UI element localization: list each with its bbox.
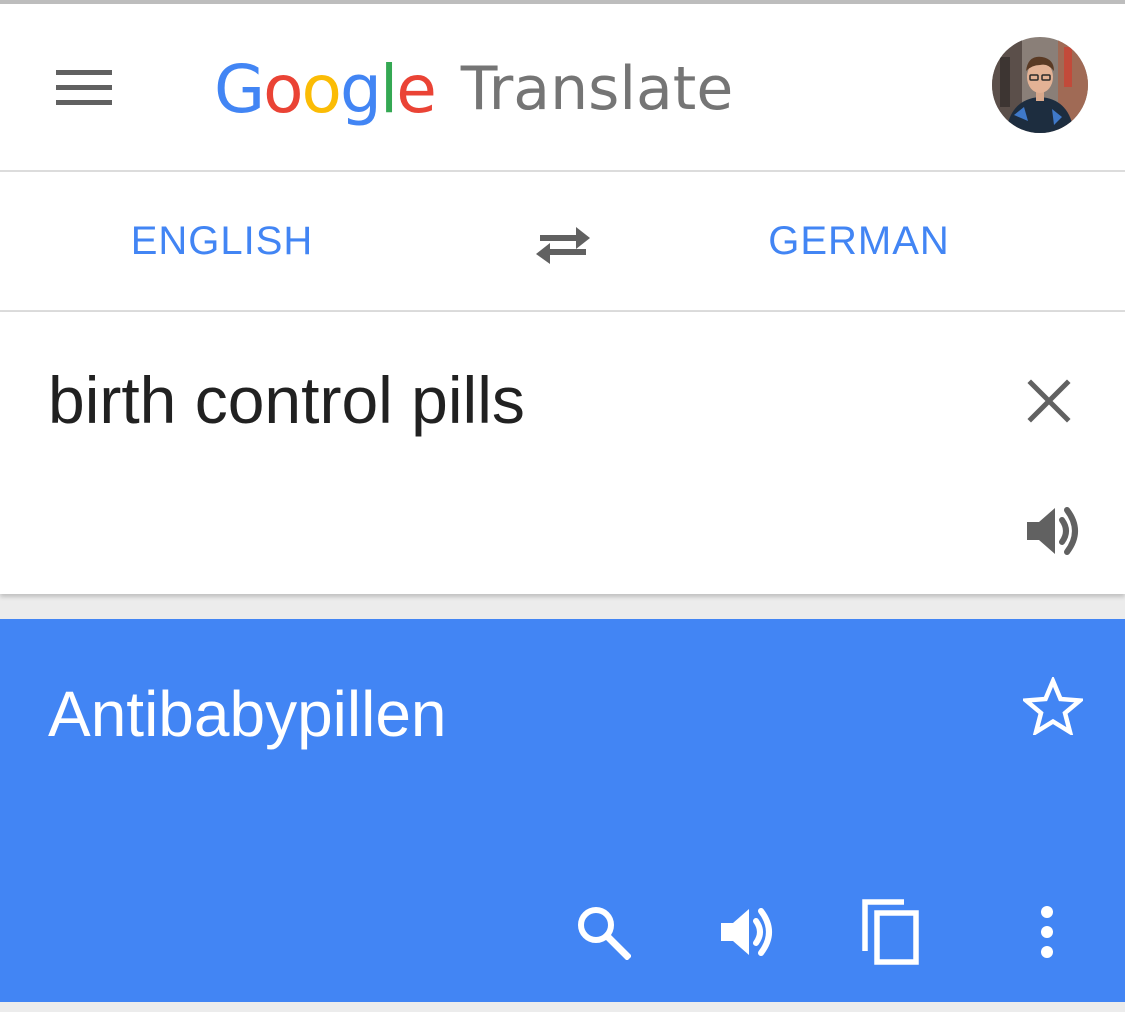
logo-letter: G [214,50,265,128]
translation-result-card: Antibabypillen [0,619,1125,1002]
star-outline-icon [1023,677,1083,735]
user-avatar[interactable] [992,37,1088,133]
more-vert-icon [1041,906,1053,958]
logo-letter: l [379,50,398,128]
save-phrase-button[interactable] [1018,671,1088,741]
search-icon [578,907,631,960]
speaker-icon [1027,507,1078,555]
source-text-input[interactable]: birth control pills [48,362,525,438]
close-icon [1027,379,1071,423]
clear-input-button[interactable] [1016,368,1082,434]
app-bar: Google Translate [0,4,1125,170]
swap-languages-button[interactable] [528,210,598,276]
target-language-button[interactable]: GERMAN [740,172,978,310]
language-bar: ENGLISH GERMAN [0,172,1125,310]
swap-arrows-icon [536,227,590,264]
listen-translation-button[interactable] [712,897,782,967]
google-translate-screen: Google Translate ENGLISH GERMAN birth co… [0,0,1125,1012]
logo-letter: g [339,50,382,128]
copy-button[interactable] [856,897,926,967]
more-options-button[interactable] [1012,897,1082,967]
speaker-icon [721,908,772,956]
menu-button[interactable] [44,48,124,128]
listen-source-button[interactable] [1018,498,1088,564]
translation-text: Antibabypillen [48,678,447,750]
product-name: Translate [460,54,734,124]
app-logo: Google Translate [214,44,733,134]
logo-letter: o [263,50,303,128]
google-wordmark: Google [214,50,437,128]
search-button[interactable] [568,897,638,967]
source-input-card: birth control pills [0,312,1125,594]
hamburger-menu-icon [56,70,112,105]
logo-letter: o [301,50,342,128]
source-language-button[interactable]: ENGLISH [90,172,354,310]
avatar-photo [992,37,1088,133]
copy-icon [862,899,919,965]
logo-letter: e [396,50,437,128]
